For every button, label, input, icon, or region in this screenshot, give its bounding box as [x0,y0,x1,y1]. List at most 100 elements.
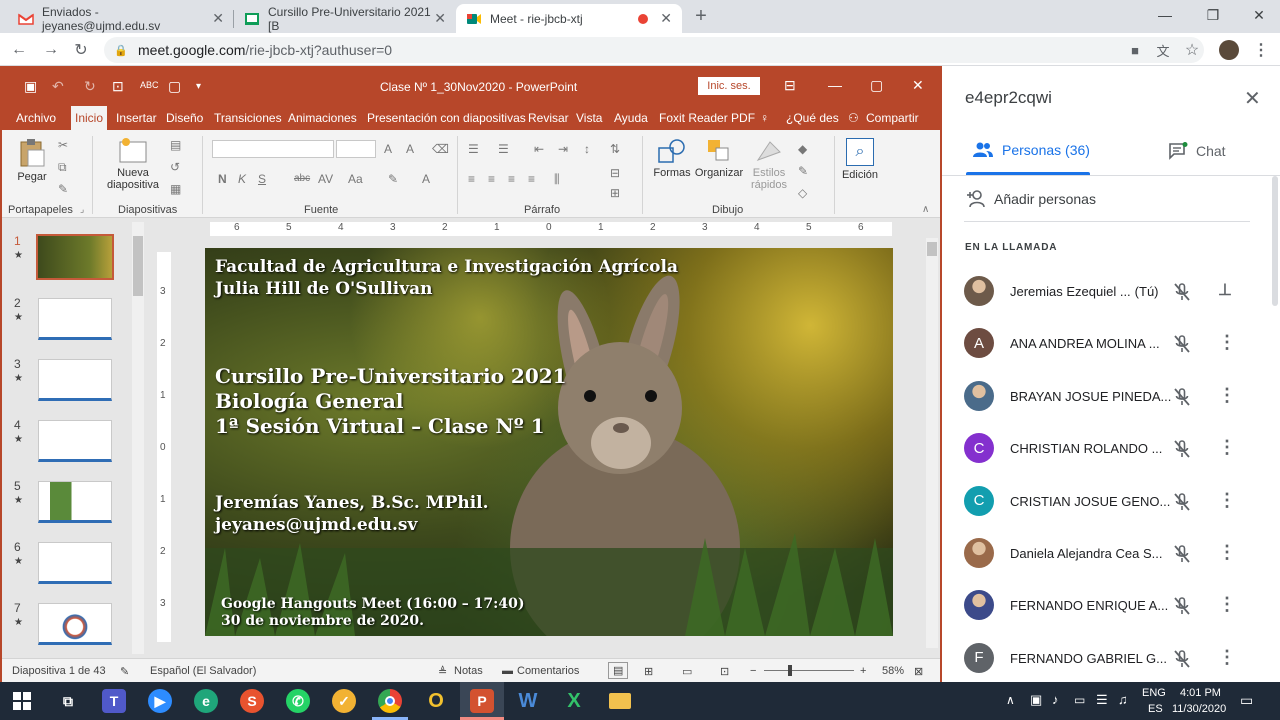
menu-foxit[interactable]: Foxit Reader PDF [659,111,755,125]
reset-icon[interactable]: ↺ [170,160,180,174]
slide-sorter-icon[interactable]: ⊞ [644,665,653,678]
highlight-icon[interactable]: ✎ [388,172,398,186]
reading-view-icon[interactable]: ▭ [682,665,692,678]
zoom-icon[interactable]: ▶ [148,689,172,713]
translate-icon[interactable]: 文 [1152,39,1174,61]
ribbon-display-icon[interactable]: ⊟ [784,77,796,94]
slide-scrollbar[interactable] [926,238,938,648]
skype-icon[interactable]: S [240,689,264,713]
columns-icon[interactable]: ⫼ [554,172,560,187]
participant-row[interactable]: A ANA ANDREA MOLINA ... ⋮ [964,324,1264,364]
new-tab-icon[interactable]: + [690,5,712,27]
align-text-icon[interactable]: ⊟ [610,166,620,180]
ppt-close-icon[interactable]: ✕ [912,77,924,94]
close-panel-icon[interactable]: ✕ [1244,86,1261,111]
layout-icon[interactable]: ▤ [170,138,181,152]
strikethrough-button[interactable]: abc [294,173,310,184]
normal-view-icon[interactable]: ▤ [608,662,629,679]
menu-archivo[interactable]: Archivo [16,111,56,125]
increase-indent-icon[interactable]: ⇥ [558,142,568,156]
editing-button[interactable]: ⌕ Edición [838,138,882,181]
numbering-icon[interactable]: ☰ [498,142,509,156]
more-options-icon[interactable]: ⋮ [1218,647,1236,668]
shape-fill-icon[interactable]: ◆ [798,142,807,156]
add-people-button[interactable]: Añadir personas [966,190,1096,208]
slide-thumbnail-7[interactable] [38,603,112,645]
shape-outline-icon[interactable]: ✎ [798,164,808,178]
close-tab-icon[interactable]: ✕ [212,10,224,27]
norton-icon[interactable]: ✓ [332,689,356,713]
undo-icon[interactable]: ↶ [52,78,64,95]
slideshow-view-icon[interactable]: ⊡ [720,665,729,678]
pin-icon[interactable]: ⊥ [1218,280,1232,300]
clock-date[interactable]: 11/30/2020 [1172,703,1226,715]
more-options-icon[interactable]: ⋮ [1218,594,1236,615]
task-view-icon[interactable]: ⧉ [56,689,80,713]
opera-icon[interactable]: O [424,689,448,713]
menu-animaciones[interactable]: Animaciones [288,111,357,125]
teams-icon[interactable]: T [102,689,126,713]
participant-row[interactable]: Daniela Alejandra Cea S... ⋮ [964,534,1264,574]
bookmark-star-icon[interactable]: ☆ [1181,39,1203,61]
zoom-slider[interactable] [764,665,854,676]
panel-scrollbar[interactable] [1272,176,1278,306]
excel-icon[interactable]: X [562,689,586,713]
slide-thumbnail-3[interactable] [38,359,112,401]
menu-tell-me[interactable]: ¿Qué des [786,111,839,125]
more-options-icon[interactable]: ⋮ [1218,490,1236,511]
slide-thumbnail-6[interactable] [38,542,112,584]
smartart-icon[interactable]: ⊞ [610,186,620,200]
tab-chat[interactable]: Chat [1168,142,1226,160]
restore-window-icon[interactable]: ❐ [1190,0,1236,30]
zoom-plus-button[interactable]: + [860,665,866,677]
bold-button[interactable]: N [218,172,227,186]
save-icon[interactable]: ▣ [24,78,37,95]
tab-meet[interactable]: Meet - rie-jbcb-xtj ✕ [456,4,682,33]
menu-diseno[interactable]: Diseño [166,111,203,125]
text-direction-icon[interactable]: ⇅ [610,142,620,156]
arrange-button[interactable]: Organizar [694,138,744,179]
close-tab-icon[interactable]: ✕ [660,10,672,27]
clock-time[interactable]: 4:01 PM [1180,687,1221,699]
chrome-icon[interactable] [378,689,402,713]
char-spacing-button[interactable]: AV [318,172,333,186]
align-center-icon[interactable]: ≡ [488,172,495,186]
participant-row[interactable]: C CHRISTIAN ROLANDO ... ⋮ [964,429,1264,469]
profile-avatar[interactable] [1218,39,1240,61]
more-options-icon[interactable]: ⋮ [1218,437,1236,458]
slide-thumbnail-4[interactable] [38,420,112,462]
notes-button[interactable]: Notas [454,665,483,677]
bullets-icon[interactable]: ☰ [468,142,479,156]
comments-button[interactable]: Comentarios [517,665,579,677]
align-left-icon[interactable]: ≡ [468,172,475,186]
menu-presentacion[interactable]: Presentación con diapositivas [367,111,526,125]
meet-tray-icon[interactable]: ▣ [1030,692,1042,708]
cut-icon[interactable]: ✂ [58,138,68,152]
format-painter-icon[interactable]: ✎ [58,182,68,196]
participant-row[interactable]: FERNANDO ENRIQUE A... ⋮ [964,586,1264,626]
new-file-icon[interactable]: ▢ [168,78,181,95]
edge-icon[interactable]: e [194,689,218,713]
shapes-button[interactable]: Formas [650,138,694,179]
dialog-launcher-icon[interactable]: ⌟ [80,204,84,215]
line-spacing-icon[interactable]: ↕ [584,142,590,156]
more-options-icon[interactable]: ⋮ [1218,332,1236,353]
decrease-indent-icon[interactable]: ⇤ [534,142,544,156]
participant-row[interactable]: Jeremias Ezequiel ... (Tú) ⊥ [964,272,1264,312]
slide-thumbnail-5[interactable] [38,481,112,523]
show-hidden-icons-icon[interactable]: ∧ [1006,693,1015,707]
notifications-icon[interactable]: ▭ [1240,692,1253,709]
thumbnails-scrollbar[interactable] [132,222,144,654]
powerpoint-icon[interactable]: P [470,689,494,713]
wifi-icon[interactable]: ☰ [1096,692,1108,708]
font-name-combo[interactable] [212,140,334,158]
ppt-maximize-icon[interactable]: ▢ [870,77,883,94]
back-icon[interactable]: ← [8,39,30,61]
menu-transiciones[interactable]: Transiciones [214,111,282,125]
redo-icon[interactable]: ↻ [84,78,96,95]
font-size-combo[interactable] [336,140,376,158]
collapse-ribbon-icon[interactable]: ∧ [922,204,929,215]
underline-button[interactable]: S [258,172,266,186]
chrome-menu-icon[interactable]: ⋮ [1250,39,1272,61]
copy-icon[interactable]: ⧉ [58,160,67,175]
